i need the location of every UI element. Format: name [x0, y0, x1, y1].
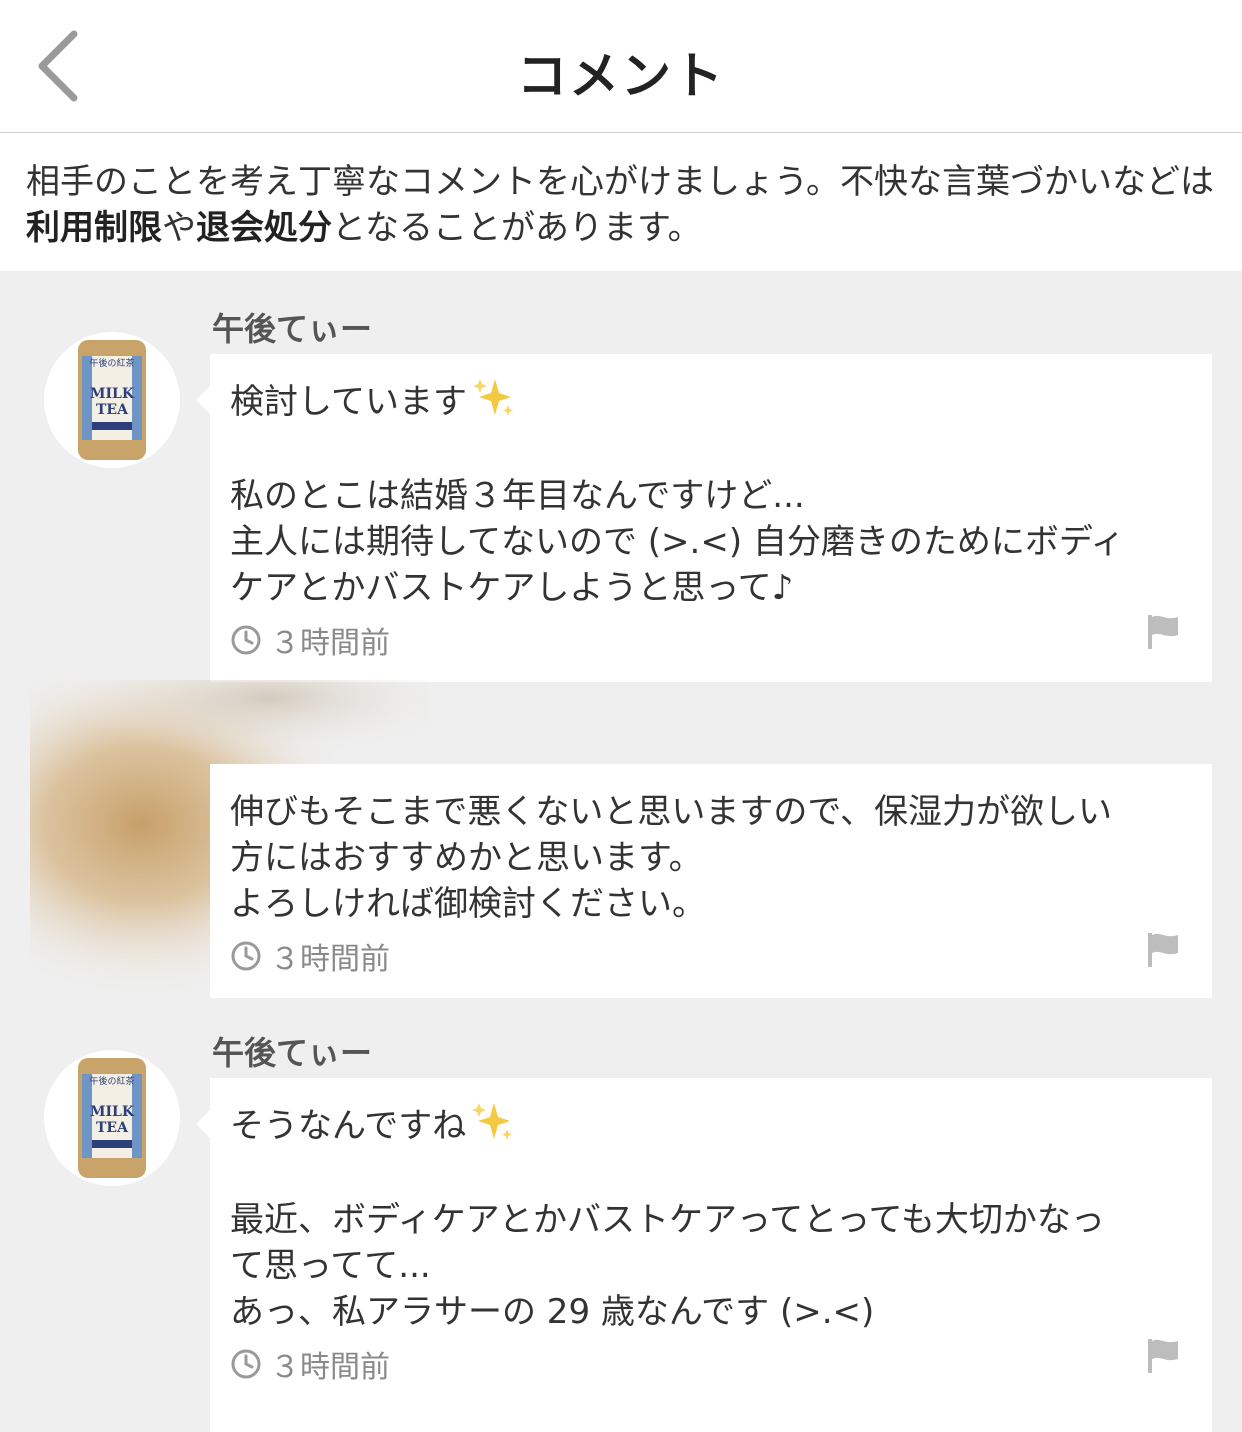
avatar-brand-text: 午後の紅茶: [89, 1075, 134, 1087]
avatar-brand-text: 午後の紅茶: [89, 357, 134, 369]
sparkles-icon: [472, 379, 513, 416]
avatar-product-text: TEA: [96, 402, 129, 418]
bubble-tail: [196, 386, 210, 414]
notice-text-part: となることがあります。: [332, 208, 702, 248]
comment-timestamp: ３時間前: [230, 936, 390, 977]
flag-icon: [1148, 933, 1178, 967]
flag-icon: [1148, 615, 1178, 649]
comment-line: 方にはおすすめかと思います。: [230, 838, 703, 878]
comment-line-text: 検討しています: [230, 382, 467, 422]
comment-line: よろしければ御検討ください。: [230, 884, 706, 924]
report-button[interactable]: [1144, 930, 1184, 970]
comment-line: そうなんですね: [230, 1098, 514, 1147]
comment-line: あっ、私アラサーの 29 歳なんです (>.<): [230, 1292, 875, 1332]
notice-emphasis-usage-limit: 利用制限: [26, 208, 162, 248]
comment-bubble: そうなんですね 最近、ボディケアとかバストケアってとっても大切かなっ て思ってて…: [196, 1078, 1212, 1432]
comment-timestamp: ３時間前: [230, 620, 390, 661]
avatar[interactable]: 午後の紅茶 MILK TEA: [44, 1050, 180, 1186]
comment-line-text: そうなんですね: [230, 1106, 467, 1146]
comment-line: て思ってて...: [230, 1246, 431, 1286]
report-button[interactable]: [1144, 612, 1184, 652]
comment-author[interactable]: 午後てぃー: [212, 1028, 372, 1074]
notice-emphasis-withdrawal: 退会処分: [196, 208, 332, 248]
bubble-tail: [196, 1110, 210, 1138]
avatar-product-text: MILK: [90, 386, 135, 402]
sparkles-icon: [472, 1103, 513, 1140]
notice-text-part: 相手のことを考え丁寧なコメントを心がけましょう。不快な言葉づかいなどは: [26, 162, 1214, 202]
timestamp-text: ３時間前: [270, 1350, 390, 1385]
comment-timestamp: ３時間前: [230, 1344, 390, 1385]
comment-author[interactable]: 午後てぃー: [212, 304, 372, 350]
comment-bubble: 検討しています 私のとこは結婚３年目なんですけど... 主人には期待してないので…: [196, 354, 1212, 682]
comment-bubble: 伸びもそこまで悪くないと思いますので、保湿力が欲しい 方にはおすすめかと思います…: [210, 764, 1212, 998]
clock-icon: [231, 941, 261, 971]
clock-icon: [231, 625, 261, 655]
avatar[interactable]: 午後の紅茶 MILK TEA: [44, 332, 180, 468]
comment-line: 主人には期待してないので (>.<) 自分磨きのためにボディ: [230, 522, 1125, 562]
avatar-product-text: TEA: [96, 1120, 129, 1136]
comment-line: 検討しています: [230, 374, 515, 423]
comment-line: 私のとこは結婚３年目なんですけど...: [230, 476, 805, 516]
avatar-product-text: MILK: [90, 1104, 135, 1120]
flag-icon: [1148, 1339, 1178, 1373]
page-title: コメント: [517, 47, 725, 105]
timestamp-text: ３時間前: [270, 626, 390, 661]
report-button[interactable]: [1144, 1336, 1184, 1376]
timestamp-text: ３時間前: [270, 942, 390, 977]
comment-line: 伸びもそこまで悪くないと思いますので、保湿力が欲しい: [230, 792, 1112, 832]
comment-line: 最近、ボディケアとかバストケアってとっても大切かなっ: [230, 1200, 1105, 1240]
header-bar: コメント: [0, 0, 1242, 133]
notice-text: 相手のことを考え丁寧なコメントを心がけましょう。不快な言葉づかいなどは利用制限や…: [26, 159, 1216, 251]
notice-text-part: や: [162, 208, 196, 248]
clock-icon: [231, 1349, 261, 1379]
comment-line: ケアとかバストケアしようと思って♪: [230, 568, 794, 608]
guideline-notice: 相手のことを考え丁寧なコメントを心がけましょう。不快な言葉づかいなどは利用制限や…: [0, 133, 1242, 271]
